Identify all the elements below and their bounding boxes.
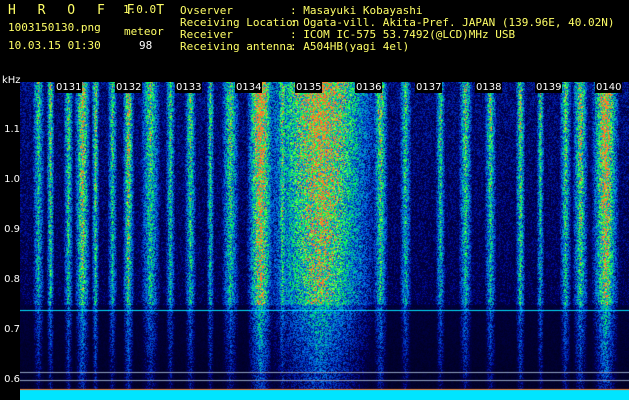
time-mark: 0137 (415, 82, 443, 93)
spectrogram (20, 82, 629, 400)
app-version: 1.0.0 (123, 3, 157, 16)
y-tick-label: 0.9 (4, 224, 20, 235)
y-tick-label: 1.1 (4, 124, 20, 135)
time-mark: 0132 (115, 82, 143, 93)
meteor-label: meteor (124, 25, 164, 38)
time-mark: 0133 (175, 82, 203, 93)
location-label: Receiving Location (180, 16, 300, 29)
receiver-label: Receiver (180, 28, 233, 41)
time-mark: 0134 (235, 82, 263, 93)
timestamp: 10.03.15 01:30 (8, 39, 101, 52)
y-tick-label: 0.6 (4, 374, 20, 385)
receiver-value: : ICOM IC-575 53.7492(@LCD)MHz USB (290, 28, 516, 41)
time-mark: 0138 (475, 82, 503, 93)
time-mark: 0135 (295, 82, 323, 93)
antenna-label: Receiving antenna (180, 40, 293, 53)
observer-label: Ovserver (180, 4, 233, 17)
meteor-count: 98 (139, 39, 153, 52)
observer-value: : Masayuki Kobayashi (290, 4, 423, 17)
time-mark: 0136 (355, 82, 383, 93)
frequency-unit-label: kHz (2, 75, 21, 86)
hroffft-window: H R O F F T 1.0.0 1003150130.png 10.03.1… (0, 0, 629, 400)
y-tick-label: 0.7 (4, 324, 20, 335)
time-mark: 0131 (55, 82, 83, 93)
location-value: : Ogata-vill. Akita-Pref. JAPAN (139.96E… (290, 16, 615, 29)
time-mark: 0140 (595, 82, 623, 93)
spectrogram-canvas (20, 82, 629, 400)
y-tick-label: 1.0 (4, 174, 20, 185)
time-mark: 0139 (535, 82, 563, 93)
file-name: 1003150130.png (8, 21, 101, 34)
y-tick-label: 0.8 (4, 274, 20, 285)
antenna-value: : A504HB(yagi 4el) (290, 40, 410, 53)
